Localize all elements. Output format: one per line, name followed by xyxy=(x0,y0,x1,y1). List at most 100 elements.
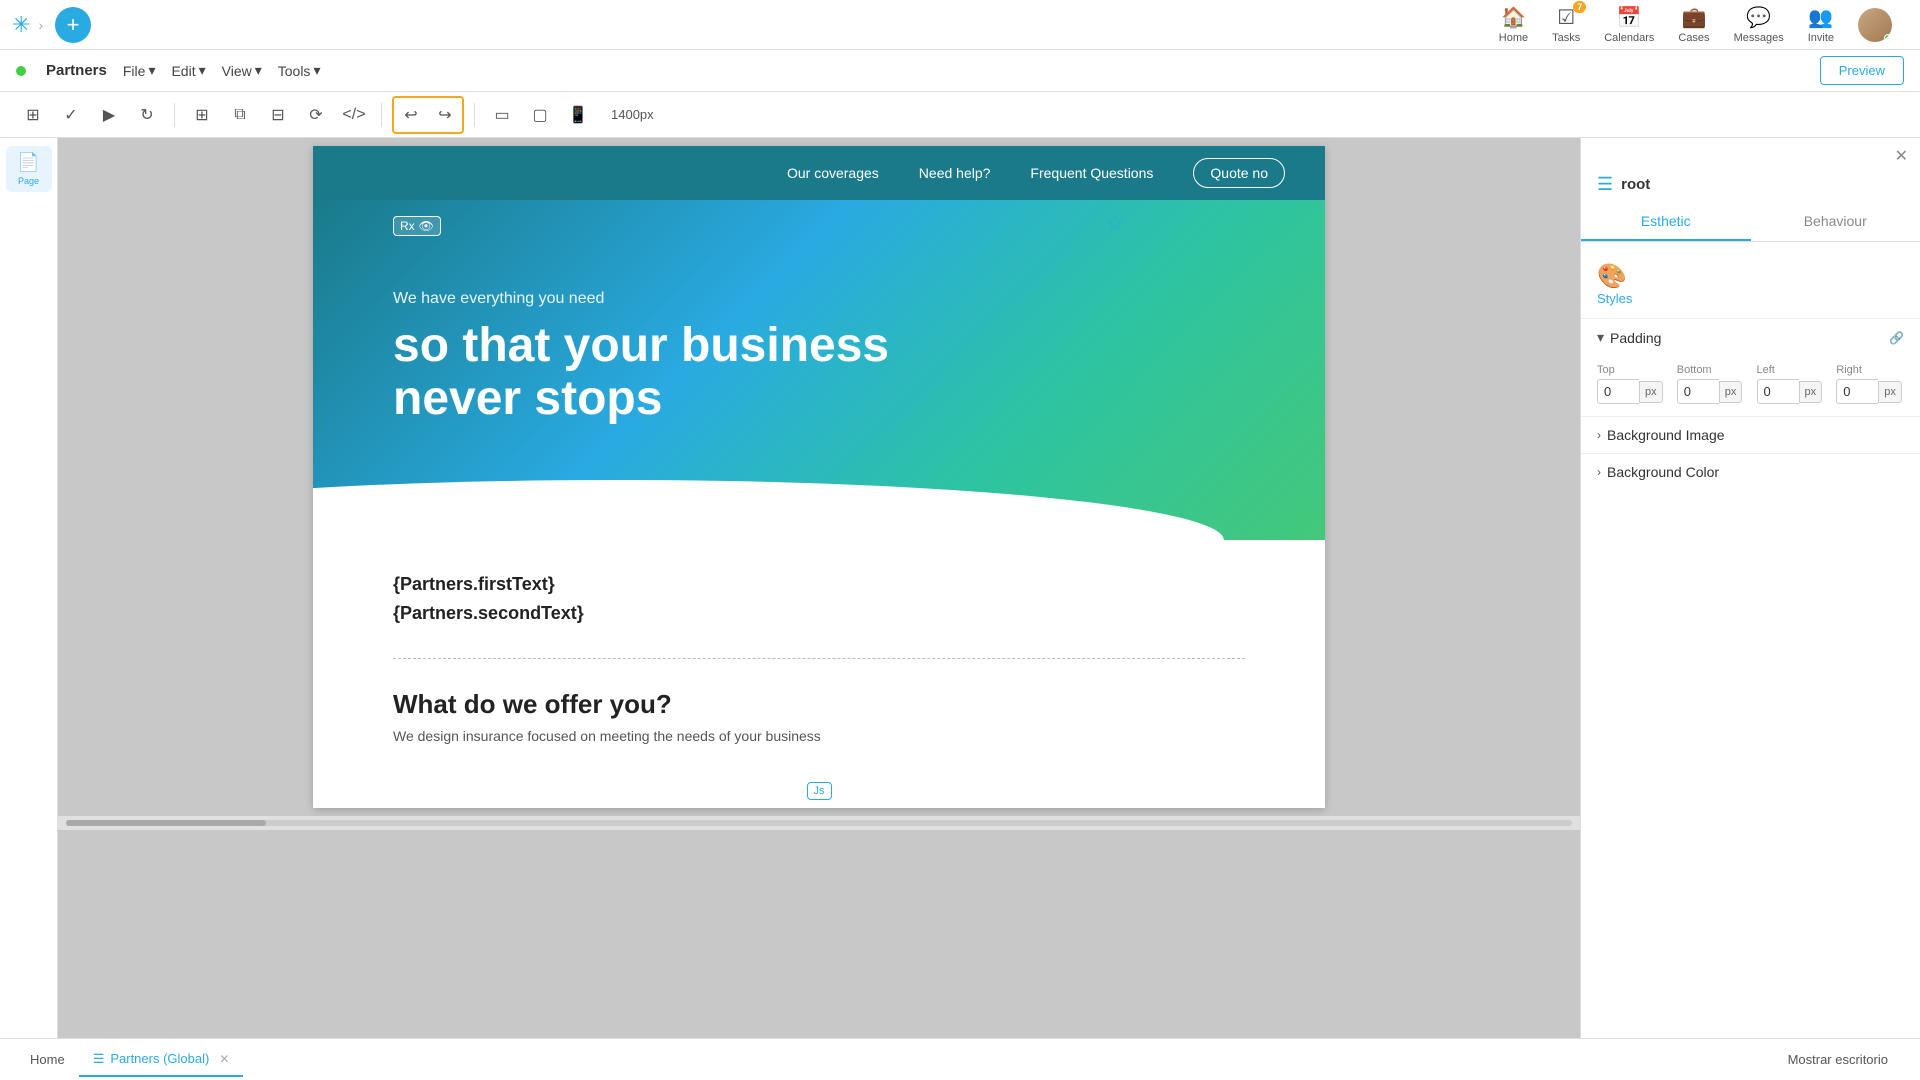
hero-section: Rx 👁 ☆ We have everything you need so th… xyxy=(313,200,1325,540)
bg-image-chevron-icon: › xyxy=(1597,428,1601,442)
padding-label: Padding xyxy=(1610,330,1883,346)
menu-file[interactable]: File ▾ xyxy=(123,62,156,79)
star-icon: ☆ xyxy=(1105,210,1125,236)
scrollbar-thumb[interactable] xyxy=(66,820,266,826)
grid-button[interactable]: ⊞ xyxy=(185,98,219,132)
sliders-button[interactable]: ⊟ xyxy=(261,98,295,132)
padding-left-unit: px xyxy=(1799,381,1823,403)
expand-arrow-icon[interactable]: › xyxy=(38,17,43,33)
padding-collapsible[interactable]: ▾ Padding 🔗 xyxy=(1581,318,1920,356)
background-image-label: Background Image xyxy=(1607,427,1725,443)
styles-icon: 🎨 xyxy=(1597,262,1627,291)
padding-top-field: Top px xyxy=(1597,364,1665,404)
padding-bottom-field: Bottom px xyxy=(1677,364,1745,404)
canvas-area[interactable]: Our coverages Need help? Frequent Questi… xyxy=(58,138,1580,1038)
canvas-size-label: 1400px xyxy=(611,107,654,122)
mostrar-escritorio-button[interactable]: Mostrar escritorio xyxy=(1772,1052,1904,1067)
right-panel: ✕ ☰ root Esthetic Behaviour 🎨 Styles ▾ P… xyxy=(1580,138,1920,1038)
offer-section: What do we offer you? We design insuranc… xyxy=(313,659,1325,774)
desktop-view-button[interactable]: ▭ xyxy=(485,98,519,132)
nav-quote[interactable]: Quote no xyxy=(1193,158,1285,188)
wave-divider xyxy=(313,480,1325,540)
tab-partners-global[interactable]: ☰ Partners (Global) ✕ xyxy=(79,1043,244,1077)
nav-cases[interactable]: 💼 Cases xyxy=(1678,5,1709,44)
user-avatar[interactable] xyxy=(1858,8,1892,42)
chevron-down-icon: ▾ xyxy=(1597,329,1604,346)
menu-edit[interactable]: Edit ▾ xyxy=(171,62,205,79)
content-section: {Partners.firstText} {Partners.secondTex… xyxy=(313,540,1325,658)
scrollbar-track xyxy=(66,820,1572,826)
toolbar-divider-3 xyxy=(474,103,475,127)
padding-right-label: Right xyxy=(1836,364,1904,376)
menu-tools[interactable]: Tools ▾ xyxy=(278,62,321,79)
panel-tabs: Esthetic Behaviour xyxy=(1581,203,1920,242)
refresh-button[interactable]: ↻ xyxy=(130,98,164,132)
tasks-badge: 7 xyxy=(1573,1,1586,13)
main-area: 📄 Page Our coverages Need help? Frequent… xyxy=(0,138,1920,1038)
tab-close-button[interactable]: ✕ xyxy=(219,1052,229,1066)
background-image-row[interactable]: › Background Image xyxy=(1581,416,1920,453)
panel-close-button[interactable]: ✕ xyxy=(1895,146,1908,166)
horizontal-scrollbar[interactable] xyxy=(58,816,1580,830)
bg-color-chevron-icon: › xyxy=(1597,465,1601,479)
bottom-bar: Home ☰ Partners (Global) ✕ Mostrar escri… xyxy=(0,1038,1920,1080)
root-label: root xyxy=(1621,176,1650,193)
check-button[interactable]: ✓ xyxy=(54,98,88,132)
tab-esthetic[interactable]: Esthetic xyxy=(1581,203,1751,241)
add-button[interactable]: + xyxy=(55,7,91,43)
play-button[interactable]: ▶ xyxy=(92,98,126,132)
tab-behaviour[interactable]: Behaviour xyxy=(1751,203,1920,241)
toolbar-divider-2 xyxy=(381,103,382,127)
padding-top-input[interactable] xyxy=(1597,379,1639,404)
padding-right-unit: px xyxy=(1878,381,1902,403)
logo-icon[interactable]: ✳ xyxy=(12,12,30,38)
nav-home[interactable]: 🏠 Home xyxy=(1499,5,1528,44)
styles-label: Styles xyxy=(1597,291,1632,306)
loop-button[interactable]: ⟳ xyxy=(299,98,333,132)
tab-partners-icon: ☰ xyxy=(93,1051,105,1067)
hero-tagline: We have everything you need xyxy=(393,290,1245,308)
content-text: {Partners.firstText} {Partners.secondTex… xyxy=(393,570,1245,628)
second-bar: Partners File ▾ Edit ▾ View ▾ Tools ▾ Pr… xyxy=(0,50,1920,92)
nav-tasks[interactable]: ☑ 7 Tasks xyxy=(1552,5,1580,44)
panel-close-row: ✕ xyxy=(1581,138,1920,170)
sidebar-item-page[interactable]: 📄 Page xyxy=(6,146,52,192)
tablet-view-button[interactable]: ▢ xyxy=(523,98,557,132)
nav-faq[interactable]: Frequent Questions xyxy=(1030,165,1153,181)
nav-coverages[interactable]: Our coverages xyxy=(787,165,879,181)
padding-right-input[interactable] xyxy=(1836,379,1878,404)
page-icon: 📄 xyxy=(17,152,39,173)
padding-link-icon: 🔗 xyxy=(1889,331,1904,345)
nav-help[interactable]: Need help? xyxy=(919,165,991,181)
online-dot xyxy=(16,66,26,76)
padding-top-label: Top xyxy=(1597,364,1665,376)
mobile-view-button[interactable]: 📱 xyxy=(561,98,595,132)
toolbar-divider-1 xyxy=(174,103,175,127)
nav-messages[interactable]: 💬 Messages xyxy=(1734,5,1784,44)
cases-icon: 💼 xyxy=(1682,5,1707,30)
nav-calendars[interactable]: 📅 Calendars xyxy=(1604,5,1654,44)
code-button[interactable]: </> xyxy=(337,98,371,132)
undo-redo-group: ↩ ↪ xyxy=(392,96,464,134)
background-color-row[interactable]: › Background Color xyxy=(1581,453,1920,490)
hero-title: so that your businessnever stops xyxy=(393,320,1245,426)
canvas-page: Our coverages Need help? Frequent Questi… xyxy=(313,146,1325,808)
layers-button[interactable]: ⧉ xyxy=(223,98,257,132)
redo-button[interactable]: ↪ xyxy=(428,98,462,132)
padding-bottom-unit: px xyxy=(1719,381,1743,403)
offer-title: What do we offer you? xyxy=(393,689,1245,720)
undo-button[interactable]: ↩ xyxy=(394,98,428,132)
menu-view[interactable]: View ▾ xyxy=(222,62,262,79)
padding-fields: Top px Bottom px Left xyxy=(1581,356,1920,416)
left-sidebar: 📄 Page xyxy=(0,138,58,1038)
padding-left-input[interactable] xyxy=(1757,379,1799,404)
padding-bottom-input[interactable] xyxy=(1677,379,1719,404)
canvas-scroll: Our coverages Need help? Frequent Questi… xyxy=(58,138,1580,816)
tab-home[interactable]: Home xyxy=(16,1044,79,1075)
padding-row: Top px Bottom px Left xyxy=(1597,364,1904,404)
preview-button[interactable]: Preview xyxy=(1820,56,1904,85)
nav-invite[interactable]: 👥 Invite xyxy=(1808,5,1834,44)
sidebar-toggle-button[interactable]: ⊞ xyxy=(16,98,50,132)
top-nav: 🏠 Home ☑ 7 Tasks 📅 Calendars 💼 Cases 💬 M… xyxy=(1499,5,1892,44)
padding-top-unit: px xyxy=(1639,381,1663,403)
